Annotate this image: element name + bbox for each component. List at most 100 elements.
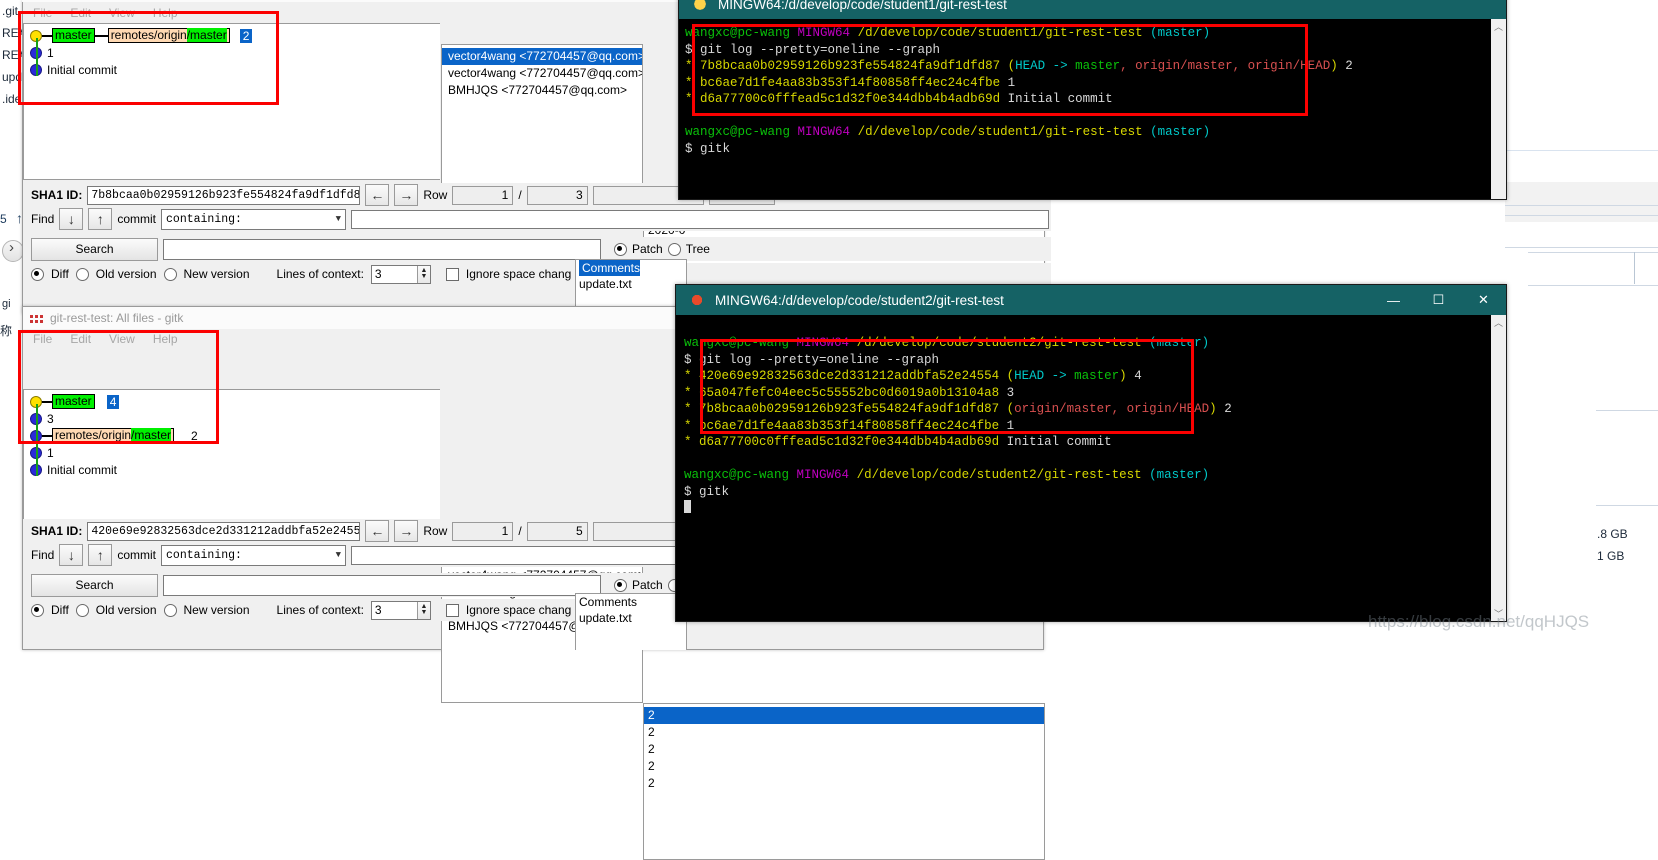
minimize-button[interactable]: — bbox=[1371, 285, 1416, 315]
ignore-space-checkbox[interactable] bbox=[445, 267, 459, 281]
close-button[interactable]: ✕ bbox=[1461, 285, 1506, 315]
terminal-scrollbar[interactable]: ︿ bbox=[1491, 19, 1506, 199]
find-prev-button[interactable]: ↑ bbox=[88, 208, 113, 230]
old-version-radio[interactable] bbox=[75, 267, 89, 281]
find-mode-select[interactable]: containing: ▼ bbox=[161, 208, 347, 230]
menu-view[interactable]: View bbox=[109, 332, 135, 346]
maximize-button[interactable]: ☐ bbox=[1416, 285, 1461, 315]
row-current-input[interactable]: 1 bbox=[452, 521, 514, 541]
commit-row[interactable]: remotes/origin/master 2 bbox=[24, 427, 440, 444]
sha1-input[interactable]: 420e69e92832563dce2d331212addbfa52e24554 bbox=[87, 521, 361, 541]
ref-label-remote-master[interactable]: remotes/origin/master bbox=[52, 428, 175, 443]
terminal-scrollbar[interactable]: ︿ ﹀ bbox=[1491, 315, 1506, 621]
prompt-path: /d/develop/code/student2/git-rest-test bbox=[856, 468, 1142, 482]
next-commit-button[interactable]: → bbox=[394, 520, 419, 542]
patch-radio[interactable] bbox=[614, 578, 627, 592]
file-list-item[interactable]: Comments bbox=[576, 260, 686, 276]
diff-radio[interactable] bbox=[31, 267, 44, 281]
file-list-item[interactable]: update.txt bbox=[576, 610, 686, 626]
lines-context-input[interactable]: 3 ▲ ▼ bbox=[370, 600, 431, 620]
menu-file[interactable]: File bbox=[33, 332, 52, 346]
commit-row[interactable]: 1 bbox=[24, 44, 440, 61]
commit-message[interactable]: Initial commit bbox=[42, 63, 117, 77]
menu-edit[interactable]: Edit bbox=[70, 6, 91, 20]
divider bbox=[1505, 247, 1658, 248]
window-controls[interactable]: — ☐ ✕ bbox=[1371, 285, 1506, 315]
row-current-input[interactable]: 1 bbox=[452, 185, 514, 205]
search-input[interactable] bbox=[163, 238, 601, 260]
ref-label-master[interactable]: master bbox=[52, 394, 95, 409]
date-cell[interactable]: 2 bbox=[644, 758, 1044, 775]
find-next-button[interactable]: ↓ bbox=[59, 208, 84, 230]
tree-radio[interactable] bbox=[667, 242, 681, 256]
commit-message: Initial commit bbox=[1006, 435, 1112, 449]
author-column-pane[interactable]: vector4wang <772704457@qq.com> vector4wa… bbox=[441, 44, 643, 201]
old-version-radio[interactable] bbox=[75, 603, 89, 617]
commit-message[interactable]: 1 bbox=[42, 446, 54, 460]
branch-name: master bbox=[1074, 369, 1120, 383]
ignore-space-checkbox[interactable] bbox=[445, 603, 459, 617]
terminal-output[interactable]: wangxc@pc-wang MINGW64 /d/develop/code/s… bbox=[679, 19, 1506, 157]
date-column-pane[interactable]: 2 2 2 2 2 bbox=[643, 703, 1045, 860]
new-version-radio[interactable] bbox=[163, 603, 177, 617]
author-cell[interactable]: vector4wang <772704457@qq.com> bbox=[442, 48, 642, 65]
prev-commit-button[interactable]: ← bbox=[365, 184, 390, 206]
next-commit-button[interactable]: → bbox=[394, 184, 419, 206]
commit-message[interactable]: 2 bbox=[186, 429, 198, 443]
find-input[interactable] bbox=[351, 209, 1050, 229]
commit-label: commit bbox=[117, 548, 157, 562]
search-button[interactable]: Search bbox=[31, 573, 158, 597]
date-cell[interactable]: 2 bbox=[644, 724, 1044, 741]
commit-row[interactable]: Initial commit bbox=[24, 61, 440, 78]
commit-hash: 7b8bcaa0b02959126b923fe554824fa9df1dfd87 bbox=[699, 402, 1000, 416]
file-list-item[interactable]: Comments bbox=[576, 594, 686, 610]
commit-row[interactable]: 1 bbox=[24, 444, 440, 461]
date-cell[interactable]: 2 bbox=[644, 741, 1044, 758]
new-version-radio[interactable] bbox=[163, 267, 177, 281]
find-next-button[interactable]: ↓ bbox=[59, 544, 84, 566]
patch-radio[interactable] bbox=[614, 242, 627, 256]
author-cell[interactable]: BMHJQS <772704457@qq.com> bbox=[442, 82, 642, 99]
commit-message[interactable]: 1 bbox=[42, 46, 54, 60]
forward-nav-icon[interactable] bbox=[2, 239, 24, 262]
terminal-output[interactable]: wangxc@pc-wang MINGW64 /d/develop/code/s… bbox=[676, 315, 1506, 517]
spinner-arrows-icon[interactable]: ▲ ▼ bbox=[416, 601, 430, 619]
find-mode-select[interactable]: containing: ▼ bbox=[161, 544, 347, 566]
terminal-titlebar[interactable]: MINGW64:/d/develop/code/student1/git-res… bbox=[679, 0, 1506, 19]
search-button[interactable]: Search bbox=[31, 237, 158, 261]
commit-row[interactable]: 3 bbox=[24, 410, 440, 427]
terminal-window-student2[interactable]: MINGW64:/d/develop/code/student2/git-res… bbox=[675, 284, 1507, 622]
commit-row[interactable]: master 4 bbox=[24, 393, 440, 410]
terminal-titlebar[interactable]: MINGW64:/d/develop/code/student2/git-res… bbox=[676, 285, 1506, 315]
terminal-window-student1[interactable]: MINGW64:/d/develop/code/student1/git-res… bbox=[678, 0, 1507, 200]
menu-edit[interactable]: Edit bbox=[70, 332, 91, 346]
commit-message[interactable]: 3 bbox=[42, 412, 54, 426]
menu-file[interactable]: File bbox=[33, 6, 52, 20]
menu-view[interactable]: View bbox=[109, 6, 135, 20]
old-version-label: Old version bbox=[95, 603, 157, 617]
sha1-input[interactable]: 7b8bcaa0b02959126b923fe554824fa9df1dfd87 bbox=[87, 185, 361, 205]
scroll-up-icon[interactable]: ︿ bbox=[1491, 19, 1506, 34]
commit-row[interactable]: Initial commit bbox=[24, 461, 440, 478]
diff-radio[interactable] bbox=[31, 603, 44, 617]
date-cell[interactable]: 2 bbox=[644, 707, 1044, 724]
commit-graph-pane[interactable]: master remotes/origin/master 2 1 Initial… bbox=[23, 23, 440, 180]
search-input[interactable] bbox=[163, 574, 601, 596]
ref-label-master[interactable]: master bbox=[52, 28, 95, 43]
prev-commit-button[interactable]: ← bbox=[365, 520, 390, 542]
menu-help[interactable]: Help bbox=[153, 332, 178, 346]
file-list-pane[interactable]: Comments update.txt bbox=[575, 593, 687, 650]
commit-message[interactable]: 2 bbox=[239, 28, 253, 43]
scroll-up-icon[interactable]: ︿ bbox=[1491, 315, 1506, 330]
author-cell[interactable]: vector4wang <772704457@qq.com> bbox=[442, 65, 642, 82]
commit-message[interactable]: 4 bbox=[106, 394, 120, 409]
file-list-item[interactable]: update.txt bbox=[576, 276, 686, 292]
menu-help[interactable]: Help bbox=[153, 6, 178, 20]
commit-message[interactable]: Initial commit bbox=[42, 463, 117, 477]
ref-label-remote-master[interactable]: remotes/origin/master bbox=[107, 28, 230, 43]
commit-row[interactable]: master remotes/origin/master 2 bbox=[24, 27, 440, 44]
spinner-arrows-icon[interactable]: ▲ ▼ bbox=[416, 265, 430, 283]
find-prev-button[interactable]: ↑ bbox=[88, 544, 113, 566]
lines-context-input[interactable]: 3 ▲ ▼ bbox=[370, 264, 431, 284]
date-cell[interactable]: 2 bbox=[644, 775, 1044, 792]
